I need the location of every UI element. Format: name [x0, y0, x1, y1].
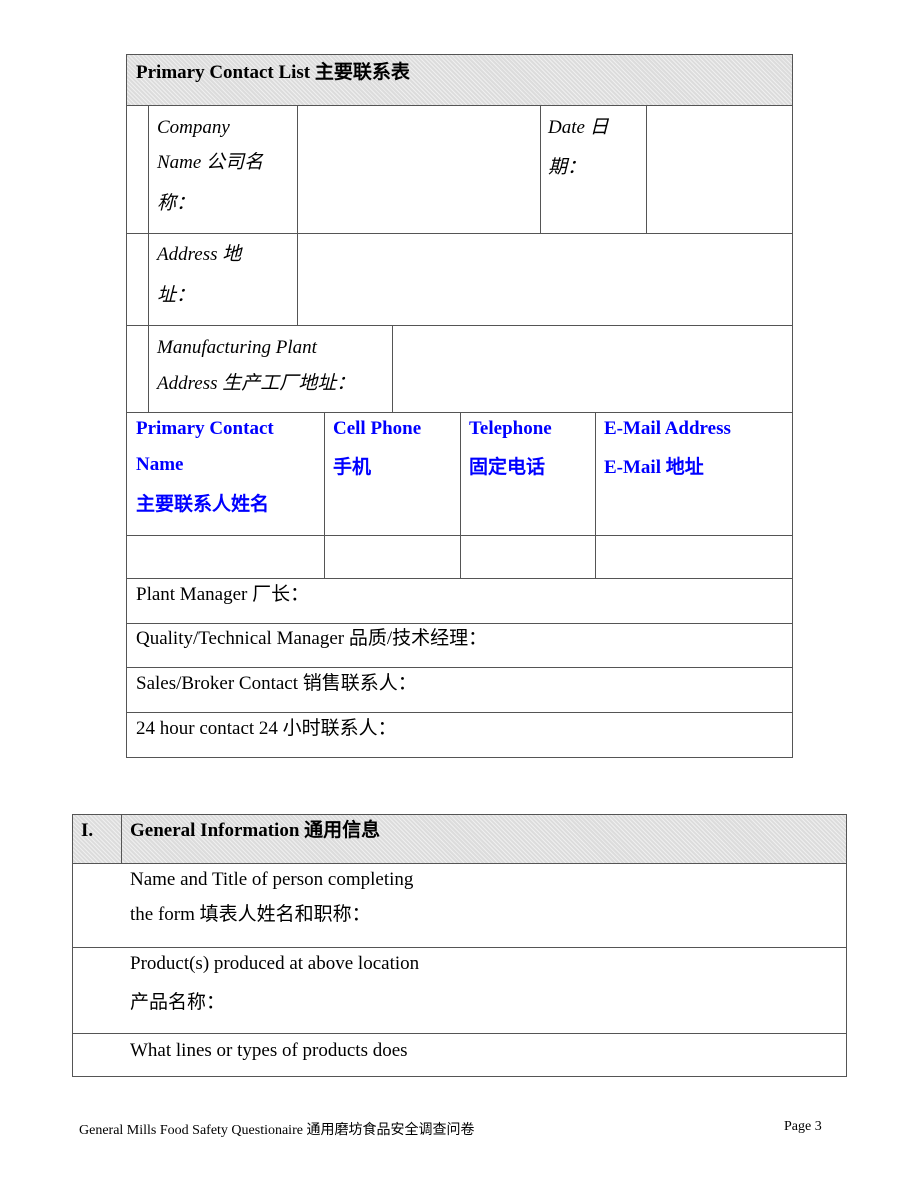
section-number: I. [81, 820, 94, 841]
24-hour-contact-row[interactable]: 24 hour contact 24 小时联系人： [136, 711, 397, 747]
section-title: General Information 通用信息 [130, 820, 381, 841]
address-field[interactable] [298, 234, 792, 325]
quality-technical-manager-row[interactable]: Quality/Technical Manager 品质/技术经理： [136, 621, 487, 657]
contact-table-title: Primary Contact List 主要联系表 [136, 62, 410, 83]
footer-document-title: General Mills Food Safety Questionaire 通… [79, 1123, 475, 1138]
plant-address-field[interactable] [393, 326, 792, 412]
sales-broker-contact-row[interactable]: Sales/Broker Contact 销售联系人： [136, 666, 417, 702]
email-address-field[interactable] [596, 536, 792, 578]
date-field[interactable] [647, 106, 792, 233]
telephone-field[interactable] [461, 536, 595, 578]
primary-contact-name-field[interactable] [127, 536, 324, 578]
plant-manager-row[interactable]: Plant Manager 厂长： [136, 577, 309, 613]
company-name-field[interactable] [298, 106, 540, 233]
footer-page-number: Page 3 [784, 1119, 822, 1134]
cell-phone-field[interactable] [325, 536, 460, 578]
